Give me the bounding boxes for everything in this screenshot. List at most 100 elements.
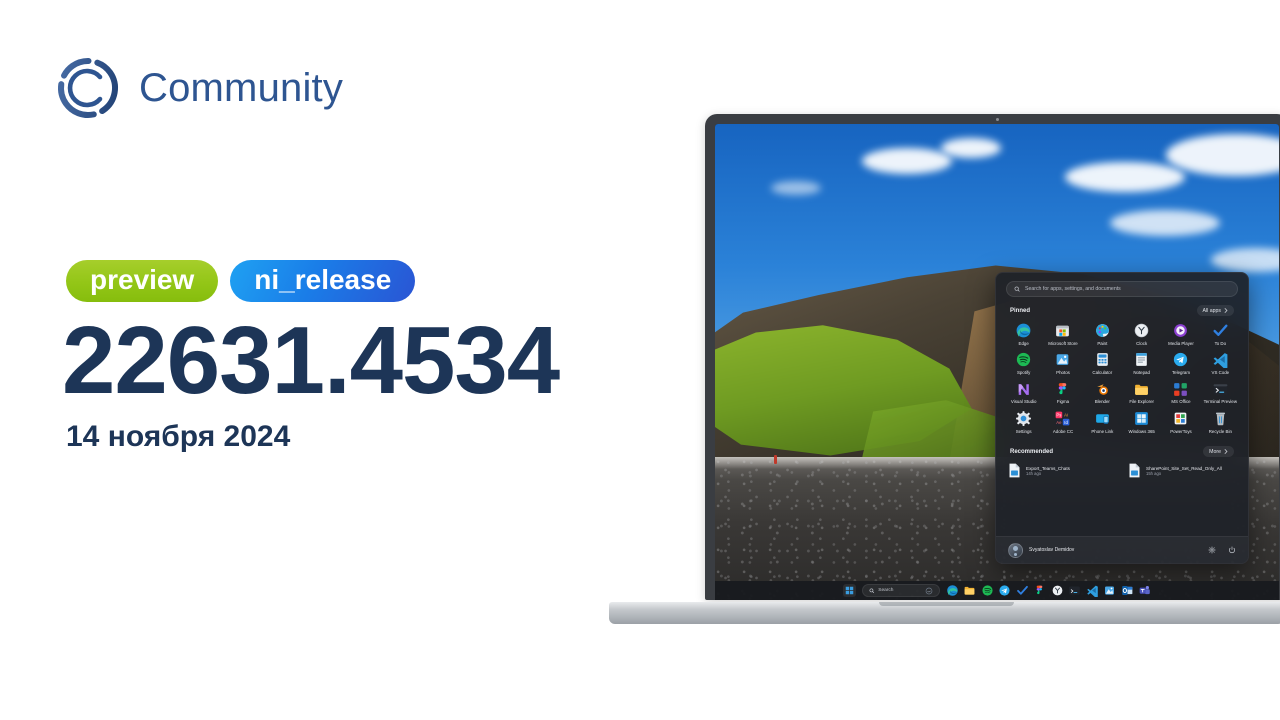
start-app-blender[interactable]: Blender [1083, 381, 1122, 405]
start-app-edge[interactable]: Edge [1004, 322, 1043, 346]
status-badge-preview: preview [66, 260, 219, 302]
community-ring-c-icon [55, 55, 121, 121]
to-do-icon[interactable] [1016, 584, 1029, 597]
start-app-terminal-preview[interactable]: Terminal Preview [1201, 381, 1240, 405]
file-explorer-icon[interactable] [963, 584, 976, 597]
microsoft-store-icon [1054, 322, 1071, 339]
start-app-notepad[interactable]: Notepad [1122, 351, 1161, 375]
status-badge-branch: ni_release [230, 260, 416, 302]
file-explorer-icon [1133, 381, 1150, 398]
start-app-label: MS Office [1171, 399, 1191, 405]
phone-link-icon [1094, 410, 1111, 427]
clock-icon[interactable] [1051, 584, 1064, 597]
terminal-icon[interactable] [1068, 584, 1081, 597]
start-app-file-explorer[interactable]: File Explorer [1122, 381, 1161, 405]
settings-gear-icon[interactable] [1208, 546, 1216, 554]
start-app-label: Telegram [1171, 369, 1191, 375]
search-icon [869, 588, 874, 593]
start-app-label: Terminal Preview [1203, 399, 1238, 405]
start-app-label: Paint [1097, 340, 1108, 346]
start-app-settings[interactable]: Settings [1004, 410, 1043, 434]
start-app-microsoft-store[interactable]: Microsoft Store [1043, 322, 1082, 346]
windows-365-icon [1133, 410, 1150, 427]
build-number: 22631.4534 [62, 307, 560, 414]
start-app-label: Clock [1136, 340, 1148, 346]
blender-icon [1094, 381, 1111, 398]
start-app-adobe-cc[interactable]: Ps Ai Ae Id Adobe CC [1043, 410, 1082, 434]
all-apps-button[interactable]: All apps [1196, 305, 1234, 316]
start-app-paint[interactable]: Paint [1083, 322, 1122, 346]
start-app-label: File Explorer [1129, 399, 1154, 405]
start-app-media-player[interactable]: Media Player [1161, 322, 1200, 346]
windows-start-icon[interactable] [842, 584, 856, 597]
spotify-icon [1015, 351, 1032, 368]
telegram-icon[interactable] [998, 584, 1011, 597]
taskbar-search-box[interactable]: Search [861, 582, 940, 600]
start-app-label: Notepad [1133, 369, 1150, 375]
outlook-icon[interactable] [1121, 584, 1134, 597]
start-app-vs-code[interactable]: VS Code [1201, 351, 1240, 375]
document-icon [1008, 463, 1021, 478]
start-menu-footer: Svyatoslav Demidov [996, 536, 1248, 563]
start-app-to-do[interactable]: To Do [1201, 322, 1240, 346]
chevron-right-icon [1224, 308, 1228, 313]
copilot-icon[interactable] [925, 582, 933, 600]
start-app-label: Spotify [1016, 369, 1031, 375]
start-app-spotify[interactable]: Spotify [1004, 351, 1043, 375]
user-avatar-icon[interactable] [1008, 542, 1023, 558]
build-date: 14 ноября 2024 [66, 420, 291, 453]
spotify-icon[interactable] [981, 584, 994, 597]
taskbar[interactable]: Search [715, 581, 1279, 600]
recommended-title: Recommended [1010, 448, 1054, 455]
start-app-phone-link[interactable]: Phone Link [1083, 410, 1122, 434]
start-app-figma[interactable]: Figma [1043, 381, 1082, 405]
start-app-label: To Do [1214, 340, 1227, 346]
cloud [940, 138, 1001, 159]
recommended-more-button[interactable]: More [1203, 446, 1234, 458]
start-app-label: Figma [1056, 399, 1070, 405]
notepad-icon [1133, 351, 1150, 368]
recommended-item[interactable]: Export_Teams_Chats 14h ago [1008, 463, 1116, 478]
start-app-recycle-bin[interactable]: Recycle Bin [1201, 410, 1240, 434]
laptop-base [609, 602, 1280, 624]
photos-icon [1054, 351, 1071, 368]
start-app-ms-office[interactable]: MS Office [1161, 381, 1200, 405]
start-app-clock[interactable]: Clock [1122, 322, 1161, 346]
start-app-windows-365[interactable]: Windows 365 [1122, 410, 1161, 434]
svg-text:Ps: Ps [1057, 413, 1062, 418]
vs-code-icon[interactable] [1086, 584, 1099, 598]
start-search-input[interactable]: Search for apps, settings, and documents [1006, 281, 1238, 297]
recommended-more-label: More [1209, 448, 1221, 455]
to-do-icon [1212, 322, 1229, 339]
taskbar-app-list [946, 584, 1152, 598]
vs-code-icon [1212, 351, 1229, 370]
webcam-dot-icon [995, 118, 999, 121]
start-app-label: VS Code [1211, 369, 1230, 375]
edge-icon[interactable] [946, 584, 959, 597]
start-app-label: Blender [1094, 399, 1110, 405]
svg-text:Ai: Ai [1065, 413, 1069, 418]
visual-studio-icon [1015, 381, 1032, 398]
figma-icon[interactable] [1033, 584, 1046, 597]
start-app-calculator[interactable]: Calculator [1083, 351, 1122, 375]
start-app-powertoys[interactable]: PowerToys [1161, 410, 1200, 434]
start-app-visual-studio[interactable]: Visual Studio [1004, 381, 1043, 405]
svg-text:Ae: Ae [1057, 420, 1063, 425]
recommended-list: Export_Teams_Chats 14h ago SharePoint_Si… [996, 461, 1248, 478]
start-app-label: Photos [1056, 369, 1070, 375]
chevron-right-icon [1224, 449, 1228, 455]
clock-icon [1133, 322, 1150, 339]
media-player-icon [1172, 322, 1189, 339]
terminal-preview-icon [1212, 381, 1229, 398]
start-menu[interactable]: Search for apps, settings, and documents… [995, 272, 1249, 564]
teams-icon[interactable] [1138, 584, 1151, 597]
powertoys-icon [1172, 410, 1189, 427]
recommended-item[interactable]: SharePoint_Site_Set_Read_Only_All 15h ag… [1128, 463, 1236, 478]
photos-icon[interactable] [1103, 584, 1116, 597]
start-app-photos[interactable]: Photos [1043, 351, 1082, 375]
brand-lockup: Community [55, 55, 343, 121]
start-app-telegram[interactable]: Telegram [1161, 351, 1200, 375]
power-icon[interactable] [1228, 546, 1236, 554]
paint-icon [1094, 322, 1111, 339]
laptop-lid: Search for apps, settings, and documents… [705, 114, 1280, 600]
